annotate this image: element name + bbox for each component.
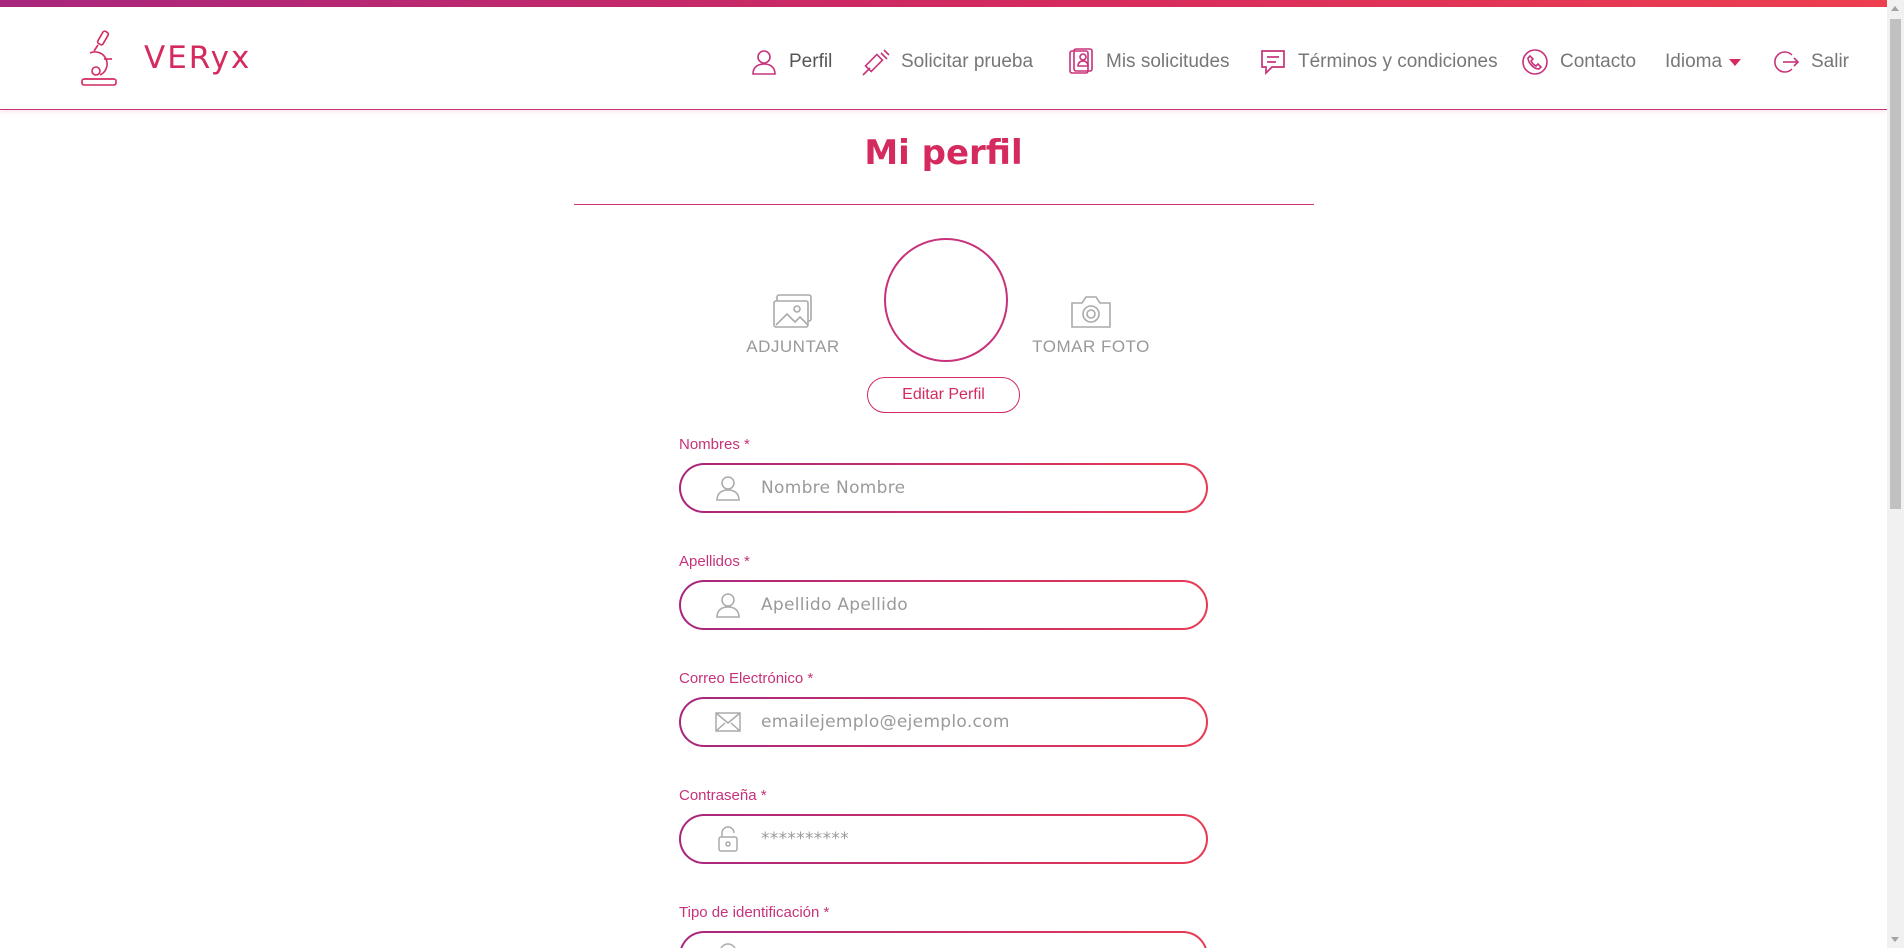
- caret-down-icon: [1729, 58, 1742, 66]
- nav-salir-label: Salir: [1811, 51, 1850, 72]
- nav-contacto[interactable]: Contacto: [1520, 42, 1636, 82]
- image-icon: [771, 293, 815, 331]
- scroll-up-icon[interactable]: [1891, 6, 1899, 11]
- vertical-scrollbar[interactable]: [1887, 0, 1904, 948]
- nav-terminos[interactable]: Términos y condiciones: [1258, 42, 1498, 82]
- edit-profile-button[interactable]: Editar Perfil: [867, 377, 1020, 413]
- correo-label: Correo Electrónico *: [679, 670, 814, 687]
- avatar: [884, 238, 1008, 362]
- apellidos-label: Apellidos *: [679, 553, 750, 570]
- scroll-thumb[interactable]: [1890, 19, 1901, 509]
- phone-icon: [1520, 47, 1550, 77]
- attach-photo-label: ADJUNTAR: [746, 337, 840, 356]
- navbar: VERyx Perfil Solicitar prueba Mis solici…: [0, 7, 1887, 110]
- nav-solicitar-label: Solicitar prueba: [901, 51, 1034, 72]
- contrasena-field-wrapper: [679, 814, 1208, 864]
- user-icon: [713, 473, 743, 503]
- nav-terminos-label: Términos y condiciones: [1298, 51, 1498, 72]
- nav-salir[interactable]: Salir: [1771, 42, 1849, 82]
- apellidos-input[interactable]: [761, 595, 1161, 615]
- contrasena-label: Contraseña *: [679, 787, 767, 804]
- attach-photo-button[interactable]: ADJUNTAR: [728, 293, 858, 357]
- nav-contacto-label: Contacto: [1560, 51, 1637, 72]
- nav-perfil[interactable]: Perfil: [749, 42, 832, 82]
- syringe-icon: [861, 47, 891, 77]
- take-photo-label: TOMAR FOTO: [1032, 337, 1150, 356]
- nombres-field-wrapper: [679, 463, 1208, 513]
- top-accent-stripe: [0, 0, 1887, 7]
- correo-input[interactable]: [761, 712, 1161, 732]
- apellidos-field-wrapper: [679, 580, 1208, 630]
- scroll-down-icon[interactable]: [1891, 937, 1899, 942]
- nav-solicitar-prueba[interactable]: Solicitar prueba: [861, 42, 1033, 82]
- user-icon: [749, 47, 779, 77]
- nav-idioma-dropdown[interactable]: Idioma: [1665, 42, 1742, 82]
- nav-perfil-label: Perfil: [789, 51, 833, 72]
- page-title: Mi perfil: [864, 133, 1023, 173]
- lock-icon: [713, 824, 743, 854]
- correo-field-wrapper: [679, 697, 1208, 747]
- nombres-input[interactable]: [761, 478, 1161, 498]
- brand[interactable]: VERyx: [76, 29, 251, 87]
- title-divider: [574, 204, 1314, 205]
- message-icon: [1258, 47, 1288, 77]
- nav-mis-solicitudes-label: Mis solicitudes: [1106, 51, 1230, 72]
- nav-mis-solicitudes[interactable]: Mis solicitudes: [1066, 42, 1230, 82]
- brand-name: VERyx: [144, 40, 252, 76]
- nav-idioma-label: Idioma: [1665, 51, 1723, 72]
- tipo-identificacion-field-wrapper: [679, 931, 1208, 948]
- contrasena-input[interactable]: [761, 829, 1161, 849]
- take-photo-button[interactable]: TOMAR FOTO: [1026, 293, 1156, 357]
- id-icon: [713, 941, 743, 948]
- envelope-icon: [713, 707, 743, 737]
- document-user-icon: [1066, 47, 1096, 77]
- microscope-icon: [81, 30, 117, 86]
- logout-icon: [1771, 47, 1801, 77]
- nombres-label: Nombres *: [679, 436, 750, 453]
- user-icon: [713, 590, 743, 620]
- camera-icon: [1069, 293, 1113, 331]
- tipo-identificacion-label: Tipo de identificación *: [679, 904, 830, 921]
